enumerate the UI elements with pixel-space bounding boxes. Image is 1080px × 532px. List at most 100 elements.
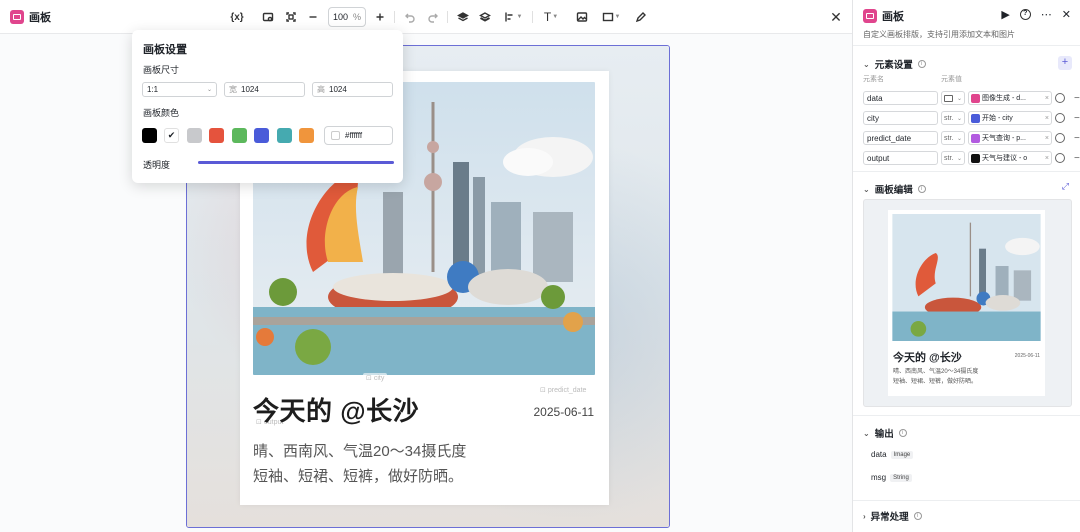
color-swatch[interactable] [277, 128, 292, 143]
remove-icon[interactable]: − [1074, 133, 1080, 144]
preview-line-1: 晴、西南风、气温20～34摄氏度 [893, 369, 979, 375]
chevron-down-icon: ⌄ [956, 135, 962, 142]
remove-icon[interactable]: − [1074, 113, 1080, 124]
close-icon[interactable]: ✕ [1062, 8, 1071, 21]
clear-icon[interactable]: × [1045, 135, 1049, 142]
color-preview [331, 131, 340, 140]
text-tool-icon: T [543, 10, 552, 24]
poster-body[interactable]: 晴、西南风、气温20～34摄氏度 短袖、短裙、短裤，做好防晒。 [253, 439, 466, 489]
image-icon[interactable] [573, 8, 591, 26]
preview-line-2: 短袖、短裙、短裤，做好防晒。 [893, 379, 978, 385]
size-label: 画板尺寸 [143, 65, 180, 75]
element-name-input[interactable]: predict_date [863, 131, 938, 145]
element-type-select[interactable]: str. ⌄ [941, 111, 965, 125]
width-input[interactable]: 宽 1024 [224, 82, 305, 97]
expand-icon[interactable]: ⤢ [1062, 181, 1069, 192]
color-swatch[interactable] [209, 128, 224, 143]
element-value-ref[interactable]: 天气与建议 - o × [968, 151, 1052, 165]
error-section: › 异常处理 i [853, 500, 1080, 532]
align-dropdown[interactable]: ▼ [499, 8, 527, 26]
shape-dropdown[interactable]: ▼ [597, 8, 625, 26]
board-settings-icon[interactable] [259, 8, 277, 26]
height-input[interactable]: 高 1024 [312, 82, 393, 97]
color-label: 画板颜色 [143, 108, 180, 118]
run-icon[interactable]: ▶ [1001, 8, 1009, 21]
ghost-label-city: ⊡ city [363, 373, 388, 383]
elements-section: ⌄ 元素设置 i + 元素名 元素值 data ⌄ 图像生成 - d... × − cit… [853, 45, 1080, 171]
remove-icon[interactable]: − [1074, 93, 1080, 104]
zoom-out-icon[interactable] [304, 8, 322, 26]
layer-up-icon[interactable] [454, 8, 472, 26]
board-preview[interactable]: 今天的 @长沙 2025-06-11 晴、西南风、气温20～34摄氏度 短袖、短… [863, 199, 1072, 407]
board-settings-popup: 画板设置 画板尺寸 1:1 ⌄ 宽 1024 高 1024 画板颜色 ✔ #fffff… [132, 30, 403, 183]
settings-icon[interactable] [1055, 153, 1065, 163]
element-type-select[interactable]: str. ⌄ [941, 151, 965, 165]
app-window: 画板 {x} 100 % ▼ T ▼ ▼ ✕ ⊡ city ⊡ predict_… [0, 0, 1080, 532]
redo-icon[interactable] [424, 8, 442, 26]
zoom-unit: % [352, 12, 361, 22]
remove-icon[interactable]: − [1074, 153, 1080, 164]
divider [447, 11, 448, 23]
element-name-input[interactable]: city [863, 111, 938, 125]
element-name-input[interactable]: output [863, 151, 938, 165]
canvas-area[interactable]: ⊡ city ⊡ predict_date ⊡ output 今天的 @长沙 2… [0, 30, 852, 532]
preview-date: 2025-06-11 [1014, 353, 1040, 359]
element-type: str. [944, 154, 954, 162]
add-element-button[interactable]: + [1058, 56, 1072, 70]
error-header[interactable]: › 异常处理 i [863, 509, 922, 523]
hex-color-input[interactable]: #ffffff [324, 126, 393, 145]
element-value-ref[interactable]: 天气查询 - p... × [968, 131, 1052, 145]
clear-icon[interactable]: × [1045, 155, 1049, 162]
width-value: 1024 [241, 85, 259, 94]
opacity-slider[interactable] [198, 161, 394, 164]
settings-icon[interactable] [1055, 93, 1065, 103]
settings-icon[interactable] [1055, 133, 1065, 143]
element-type-select[interactable]: ⌄ [941, 91, 965, 105]
text-tool-dropdown[interactable]: T ▼ [538, 8, 564, 26]
pen-icon[interactable] [632, 8, 650, 26]
height-value: 1024 [329, 85, 347, 94]
variables-button[interactable]: {x} [228, 8, 246, 26]
elements-header[interactable]: ⌄ 元素设置 i [863, 57, 926, 71]
color-swatch[interactable] [187, 128, 202, 143]
zoom-value: 100 [333, 12, 349, 22]
top-toolbar: 画板 {x} 100 % ▼ T ▼ ▼ ✕ [0, 0, 852, 34]
settings-icon[interactable] [1055, 113, 1065, 123]
output-section: ⌄ 输出 i data Image msg String [853, 415, 1080, 500]
element-type-select[interactable]: str. ⌄ [941, 131, 965, 145]
color-swatch[interactable] [299, 128, 314, 143]
output-header[interactable]: ⌄ 输出 i [863, 426, 907, 440]
zoom-in-icon[interactable] [371, 8, 389, 26]
element-value: 图像生成 - d... [982, 95, 1026, 102]
poster-line-2: 短袖、短裙、短裤，做好防晒。 [253, 468, 464, 485]
more-icon[interactable]: ⋯ [1041, 8, 1052, 21]
color-swatch[interactable] [254, 128, 269, 143]
element-type: str. [944, 134, 954, 142]
element-name-input[interactable]: data [863, 91, 938, 105]
output-type-badge: String [890, 473, 912, 482]
poster-date[interactable]: 2025-06-11 [534, 405, 595, 419]
zoom-input[interactable]: 100 % [328, 7, 366, 27]
ratio-select[interactable]: 1:1 ⌄ [142, 82, 217, 97]
properties-panel: 画板 ▶ ? ⋯ ✕ 自定义画板排版，支持引用添加文本和图片 ⌄ 元素设置 i … [852, 0, 1080, 532]
editor-header-label: 画板编辑 [874, 185, 913, 196]
chevron-down-icon: ▼ [552, 14, 559, 20]
ghost-city-text: city [373, 374, 385, 382]
editor-header[interactable]: ⌄ 画板编辑 i [863, 182, 926, 196]
layer-down-icon[interactable] [476, 8, 494, 26]
close-icon[interactable]: ✕ [827, 8, 845, 26]
poster-title[interactable]: 今天的 @长沙 [253, 391, 419, 428]
help-icon[interactable]: ? [1019, 9, 1031, 20]
clear-icon[interactable]: × [1045, 115, 1049, 122]
element-value-ref[interactable]: 图像生成 - d... × [968, 91, 1052, 105]
undo-icon[interactable] [401, 8, 419, 26]
color-swatch[interactable] [232, 128, 247, 143]
element-value-ref[interactable]: 开始 - city × [968, 111, 1052, 125]
color-swatch[interactable] [142, 128, 157, 143]
clear-icon[interactable]: × [1045, 95, 1049, 102]
popup-title: 画板设置 [143, 44, 187, 56]
poster-line-1: 晴、西南风、气温20～34摄氏度 [253, 443, 467, 460]
fit-screen-icon[interactable] [282, 8, 300, 26]
color-swatch[interactable]: ✔ [164, 128, 179, 143]
height-prefix: 高 [317, 85, 325, 94]
